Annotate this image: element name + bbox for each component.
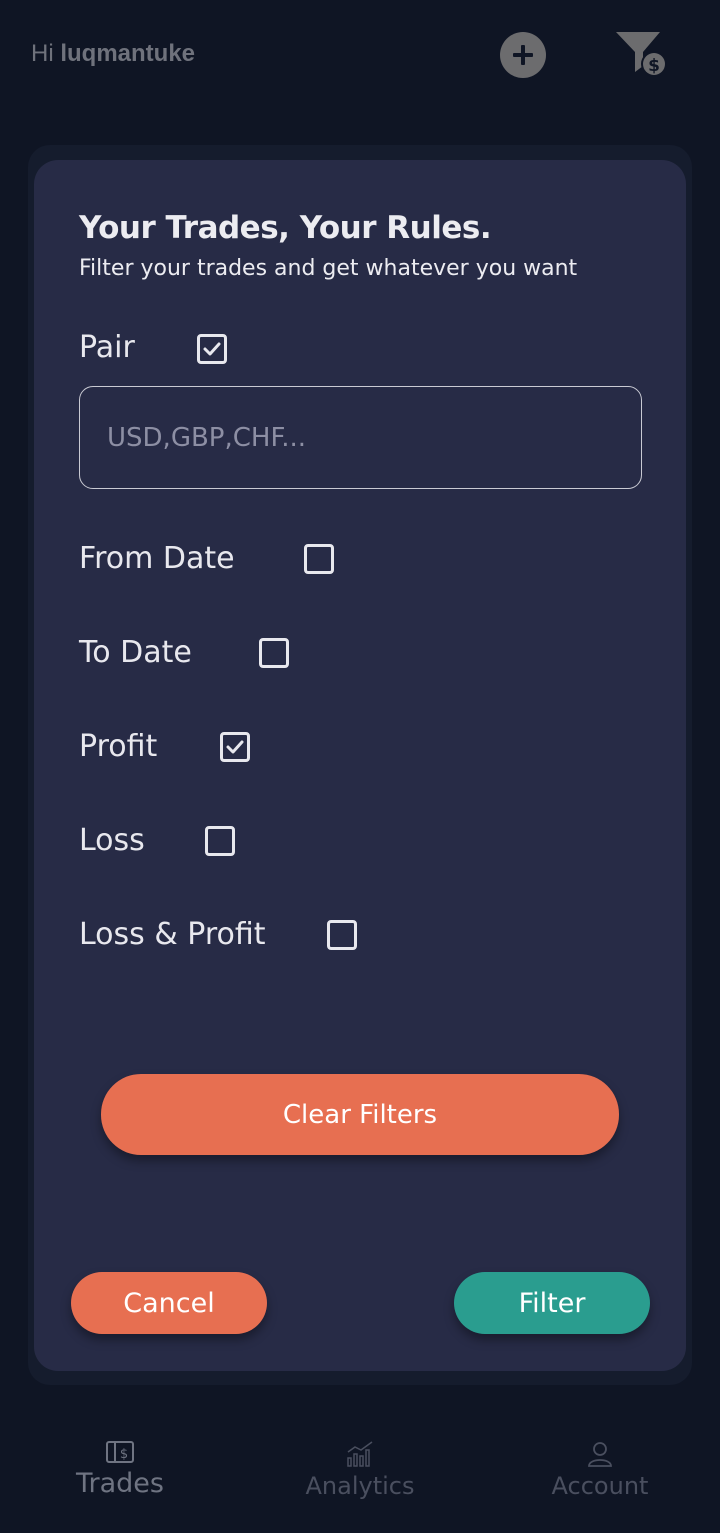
nav-label-trades: Trades bbox=[76, 1468, 164, 1499]
svg-text:$: $ bbox=[120, 1447, 128, 1462]
modal-title: Your Trades, Your Rules. bbox=[79, 210, 492, 246]
loss-profit-checkbox[interactable] bbox=[327, 920, 357, 950]
nav-label-analytics: Analytics bbox=[305, 1472, 415, 1500]
profit-checkbox[interactable] bbox=[220, 732, 250, 762]
profit-row: Profit bbox=[79, 729, 157, 764]
cancel-button[interactable]: Cancel bbox=[71, 1272, 267, 1334]
user-icon bbox=[588, 1442, 612, 1467]
filter-dollar-icon: $ bbox=[616, 32, 667, 77]
plus-icon bbox=[513, 45, 533, 65]
modal-subtitle: Filter your trades and get whatever you … bbox=[79, 256, 578, 281]
loss-checkbox[interactable] bbox=[205, 826, 235, 856]
loss-label: Loss bbox=[79, 823, 145, 858]
to-date-label: To Date bbox=[79, 635, 192, 670]
loss-row: Loss bbox=[79, 823, 145, 858]
loss-profit-label: Loss & Profit bbox=[79, 917, 266, 952]
nav-item-trades[interactable]: $ Trades bbox=[20, 1440, 220, 1499]
nav-item-analytics[interactable]: Analytics bbox=[260, 1440, 460, 1500]
svg-text:$: $ bbox=[648, 56, 660, 76]
from-date-label: From Date bbox=[79, 541, 235, 576]
pair-label: Pair bbox=[79, 330, 135, 365]
loss-profit-row: Loss & Profit bbox=[79, 917, 266, 952]
bar-chart-icon bbox=[347, 1441, 373, 1467]
filter-trades-button[interactable]: $ bbox=[612, 28, 670, 80]
pair-row: Pair bbox=[79, 330, 135, 365]
check-icon bbox=[203, 342, 221, 356]
pair-input[interactable] bbox=[79, 386, 642, 489]
to-date-checkbox[interactable] bbox=[259, 638, 289, 668]
clear-filters-button[interactable]: Clear Filters bbox=[101, 1074, 619, 1155]
check-icon bbox=[226, 740, 244, 754]
from-date-checkbox[interactable] bbox=[304, 544, 334, 574]
nav-item-account[interactable]: Account bbox=[500, 1440, 700, 1500]
nav-label-account: Account bbox=[551, 1472, 649, 1500]
to-date-row: To Date bbox=[79, 635, 192, 670]
bottom-nav: $ Trades Analytics Account bbox=[0, 1420, 720, 1533]
add-trade-button[interactable] bbox=[500, 32, 546, 78]
pair-checkbox[interactable] bbox=[197, 334, 227, 364]
filter-modal: Your Trades, Your Rules. Filter your tra… bbox=[34, 160, 686, 1371]
wallet-dollar-icon: $ bbox=[106, 1441, 134, 1463]
from-date-row: From Date bbox=[79, 541, 235, 576]
profit-label: Profit bbox=[79, 729, 158, 764]
greeting: Hi luqmantuke bbox=[31, 40, 195, 68]
username: luqmantuke bbox=[60, 40, 196, 67]
greeting-prefix: Hi bbox=[31, 40, 54, 67]
top-bar: Hi luqmantuke $ bbox=[0, 0, 720, 110]
filter-button[interactable]: Filter bbox=[454, 1272, 650, 1334]
